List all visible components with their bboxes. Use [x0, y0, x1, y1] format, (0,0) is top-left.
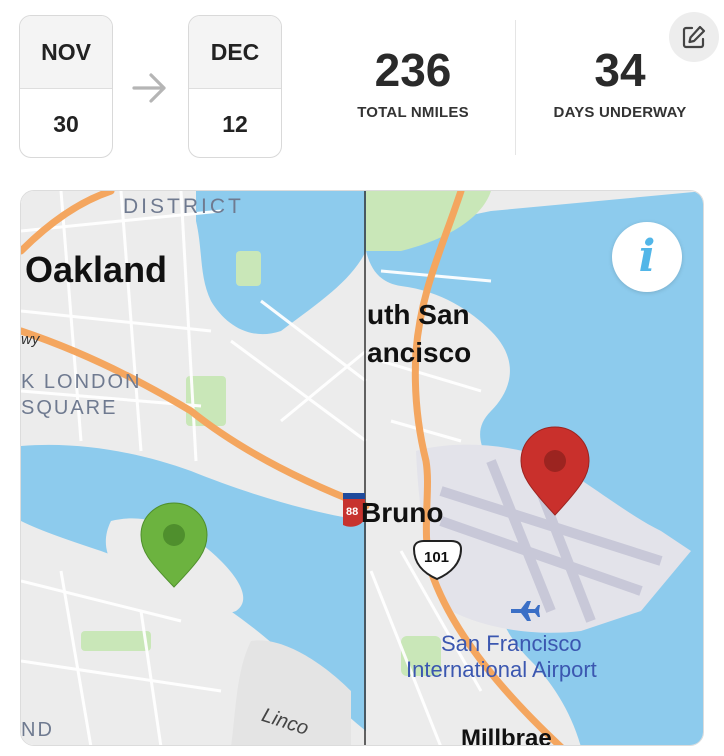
map-label-san-bruno: Bruno [361, 497, 444, 528]
map-label-jack-london-1: K LONDON [21, 371, 142, 393]
map-label-oakland: Oakland [25, 249, 168, 290]
start-month: NOV [20, 16, 112, 89]
map-label-south-sf-2: ancisco [367, 337, 472, 368]
days-underway-stat: 34 DAYS UNDERWAY [540, 44, 700, 121]
start-day: 30 [53, 110, 79, 137]
map-label-sfo-1: San Francisco [441, 631, 582, 656]
trip-map[interactable]: DISTRICT Oakland wy K LONDON SQUARE uth … [20, 190, 704, 746]
interstate-880-label: 88 [346, 506, 359, 518]
end-day: 12 [222, 110, 248, 137]
total-distance-value: 236 [374, 44, 452, 96]
end-month: DEC [189, 16, 281, 89]
end-date-card: DEC 12 [188, 15, 282, 158]
map-label-street-partial: wy [21, 331, 40, 348]
stats-divider [515, 20, 516, 155]
map-label-sfo-2: International Airport [406, 657, 597, 682]
total-distance-label: TOTAL NMILES [357, 104, 469, 121]
map-label-district: DISTRICT [123, 195, 244, 218]
map-info-button[interactable]: i [612, 222, 682, 292]
edit-icon [682, 25, 706, 49]
map-label-jack-london-2: SQUARE [21, 397, 118, 419]
total-distance-stat: 236 TOTAL NMILES [338, 44, 488, 121]
edit-button[interactable] [669, 12, 719, 62]
map-label-south-sf-1: uth San [367, 299, 470, 330]
days-underway-label: DAYS UNDERWAY [553, 104, 687, 121]
map-label-bottom-left: ND [21, 719, 54, 741]
info-icon: i [638, 231, 656, 282]
arrow-right-icon [132, 73, 166, 103]
highway-101-label: 101 [424, 549, 450, 566]
map-label-millbrae: Millbrae [461, 725, 552, 746]
start-date-card: NOV 30 [19, 15, 113, 158]
